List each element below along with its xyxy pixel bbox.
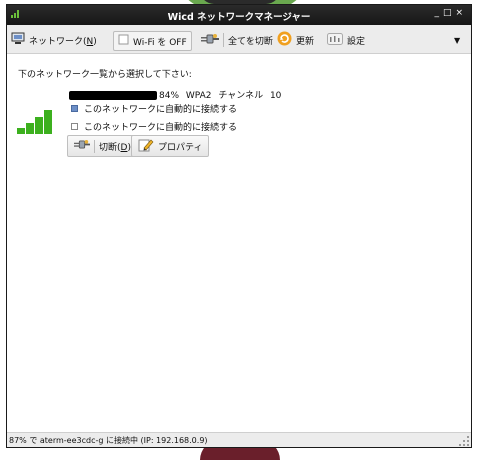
properties-label: プロパティ: [158, 142, 203, 153]
network-list-prompt: 下のネットワーク一覧から選択して下さい:: [18, 70, 192, 80]
window-controls: _□×: [434, 8, 467, 18]
window-title: Wicd ネットワークマネージャー: [167, 12, 311, 23]
network-menu-button[interactable]: ネットワーク(N): [11, 31, 97, 49]
properties-button[interactable]: プロパティ: [131, 135, 210, 157]
minimize-icon[interactable]: _: [434, 8, 443, 18]
auto-connect-checkbox-row[interactable]: このネットワークに自動的に接続する: [71, 102, 237, 115]
wicd-window: Wicd ネットワークマネージャー _□× ネットワーク(N) Wi-Fi を …: [6, 4, 472, 448]
maximize-icon[interactable]: □: [443, 8, 456, 18]
wifi-toggle-icon: [118, 34, 129, 48]
status-bar: 87% で aterm-ee3cdc-g に接続中 (IP: 192.168.0…: [7, 432, 471, 447]
edit-properties-icon: [138, 138, 154, 155]
settings-icon: [327, 32, 343, 49]
refresh-label: 更新: [296, 36, 315, 47]
title-bar[interactable]: Wicd ネットワークマネージャー _□×: [7, 5, 471, 25]
auto-connect-checkbox[interactable]: [71, 105, 78, 112]
refresh-icon: [277, 31, 292, 49]
disconnect-button[interactable]: 切断(D): [67, 135, 138, 157]
network-icon: [11, 32, 25, 48]
wifi-off-label: Wi-Fi を OFF: [133, 37, 187, 48]
auto-connect-label: このネットワークに自動的に接続する: [84, 123, 238, 133]
connection-status-text: 87% で aterm-ee3cdc-g に接続中 (IP: 192.168.0…: [9, 436, 208, 445]
settings-label: 設定: [347, 36, 366, 47]
network-ssid-redacted[interactable]: [69, 91, 157, 100]
disconnect-label: 切断(D): [99, 142, 131, 153]
disconnect-all-label: 全てを切断: [228, 36, 273, 47]
auto-connect-label: このネットワークに自動的に接続する: [84, 105, 238, 115]
wifi-off-button[interactable]: Wi-Fi を OFF: [113, 31, 192, 51]
disconnect-all-button[interactable]: 全てを切断: [201, 31, 273, 49]
toolbar-overflow-icon[interactable]: ▼: [454, 31, 460, 49]
network-menu-label: ネットワーク(N): [29, 36, 97, 47]
network-list-panel: 下のネットワーク一覧から選択して下さい: 84% WPA2 チャンネル 10 こ…: [7, 54, 471, 434]
settings-button[interactable]: 設定: [327, 31, 365, 49]
close-icon[interactable]: ×: [455, 8, 467, 18]
plug-icon: [74, 139, 90, 153]
plug-icon: [201, 33, 219, 48]
auto-connect-checkbox-row[interactable]: このネットワークに自動的に接続する: [71, 120, 237, 133]
signal-strength-icon: [17, 110, 53, 134]
toolbar: ネットワーク(N) Wi-Fi を OFF 全てを切断 更新 設定 ▼: [7, 27, 471, 54]
auto-connect-checkbox[interactable]: [71, 123, 78, 130]
network-info: 84% WPA2 チャンネル 10: [159, 91, 282, 101]
resize-grip-icon[interactable]: [459, 436, 469, 446]
refresh-button[interactable]: 更新: [277, 31, 314, 49]
